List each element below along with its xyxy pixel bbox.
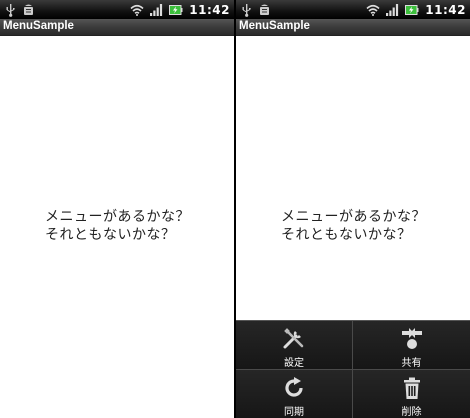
app-title: MenuSample — [3, 20, 74, 32]
message-line-2: それともないかな？ — [281, 227, 412, 243]
main-message: メニューがあるかな？ それともないかな？ — [281, 208, 461, 244]
trash-icon — [403, 377, 420, 399]
menu-item-share[interactable]: 共有 — [353, 321, 470, 370]
phone-screen-with-menu: 11:42 MenuSample メニューがあるかな？ それともないかな？ 設定… — [236, 0, 470, 418]
app-title-bar: MenuSample — [0, 19, 234, 36]
battery-charging-icon — [405, 4, 419, 15]
wifi-icon — [130, 4, 144, 16]
usb-icon — [6, 3, 15, 17]
message-line-2: それともないかな？ — [45, 227, 176, 243]
status-clock: 11:42 — [189, 2, 230, 17]
wifi-icon — [366, 4, 380, 16]
signal-icon — [386, 3, 399, 16]
menu-item-label: 同期 — [284, 407, 304, 418]
menu-item-label: 共有 — [401, 358, 422, 369]
share-icon — [401, 328, 422, 349]
debug-android-icon — [24, 4, 33, 15]
menu-item-delete[interactable]: 削除 — [353, 370, 470, 418]
options-menu: 設定 共有 同期 削除 — [236, 320, 470, 418]
menu-item-label: 削除 — [401, 407, 422, 418]
debug-android-icon — [260, 4, 269, 15]
status-bar: 11:42 — [236, 0, 470, 19]
usb-icon — [242, 3, 251, 17]
phone-screen-without-menu: 11:42 MenuSample メニューがあるかな？ それともないかな？ — [0, 0, 234, 418]
sync-icon — [285, 377, 303, 397]
menu-item-label: 設定 — [284, 358, 304, 369]
tools-icon — [283, 328, 304, 349]
app-title-bar: MenuSample — [236, 19, 470, 36]
message-line-1: メニューがあるかな？ — [281, 209, 426, 225]
signal-icon — [150, 3, 163, 16]
message-line-1: メニューがあるかな？ — [45, 209, 190, 225]
battery-charging-icon — [169, 4, 183, 15]
main-message: メニューがあるかな？ それともないかな？ — [45, 208, 225, 244]
status-clock: 11:42 — [425, 2, 466, 17]
status-bar: 11:42 — [0, 0, 234, 19]
app-title: MenuSample — [239, 20, 310, 32]
menu-item-settings[interactable]: 設定 — [236, 321, 353, 370]
menu-item-sync[interactable]: 同期 — [236, 370, 353, 418]
